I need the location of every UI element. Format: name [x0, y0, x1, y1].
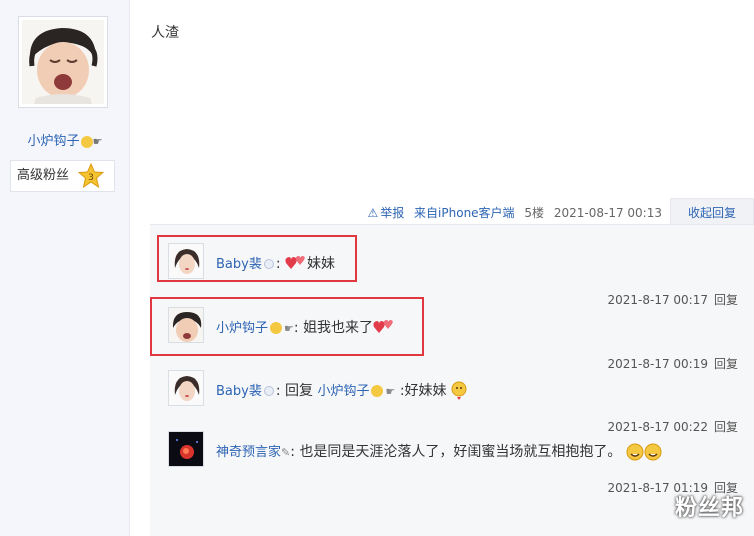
reply-item: Baby裴: 回复 小炉钩子 ☛ :好妹妹 2021-8-17 00:22 回复: [168, 368, 744, 434]
floor-number: 5楼: [524, 206, 545, 220]
watermark: 粉丝邦: [674, 496, 744, 521]
post-content: 人渣: [151, 25, 179, 41]
post-tail-bar: ⚠ 举报 来自iPhone客户端 5楼 2021-08-17 00:13 收起回复: [150, 198, 754, 228]
reply-avatar[interactable]: [168, 370, 204, 406]
author-name-row: 小炉钩子 ☛: [0, 130, 130, 149]
laughing-tears-emoji-icon: [626, 443, 662, 461]
reply-text: :好妹妹: [399, 383, 447, 399]
wand-icon: ✎: [281, 446, 291, 459]
pointing-hand-icon: ☛: [92, 135, 103, 148]
reply-line: 神奇预言家✎: 也是同是天涯沦落人了，好闺蜜当场就互相抱抱了。: [216, 441, 662, 461]
author-avatar[interactable]: [18, 16, 108, 108]
reply-username[interactable]: Baby裴: [216, 384, 262, 399]
reply-target-username[interactable]: 小炉钩子: [317, 384, 369, 399]
reply-line: Baby裴: 回复 小炉钩子 ☛ :好妹妹: [216, 380, 467, 401]
post-meta: ⚠ 举报 来自iPhone客户端 5楼 2021-08-17 00:13: [361, 204, 662, 221]
svg-text:3: 3: [88, 173, 94, 183]
crying-baby-avatar-image: [22, 20, 104, 104]
reply-text: 也是同是天涯沦落人了，好闺蜜当场就互相抱抱了。: [299, 444, 622, 460]
author-column: 小炉钩子 ☛ 高级粉丝 3: [0, 0, 130, 536]
reply-avatar[interactable]: [168, 431, 204, 467]
user-badge-icon: [263, 386, 274, 396]
smile-emoji-icon: [371, 385, 384, 397]
warning-triangle-icon: ⚠: [367, 206, 379, 220]
star-level-icon: 3: [78, 163, 104, 189]
fan-level-badge[interactable]: 高级粉丝 3: [10, 160, 115, 192]
fan-level-label: 高级粉丝: [17, 168, 70, 183]
highlight-box: [150, 297, 424, 356]
reply-username[interactable]: 神奇预言家: [216, 445, 281, 460]
highlight-box: [157, 235, 357, 282]
smile-emoji-icon: [80, 135, 93, 148]
emoji-icon: [451, 381, 467, 400]
post-source[interactable]: 来自iPhone客户端: [414, 206, 515, 220]
pointing-hand-icon: ☛: [385, 385, 396, 398]
post-time: 2021-08-17 00:13: [553, 206, 662, 220]
report-link[interactable]: 举报: [380, 206, 404, 220]
reply-item: 神奇预言家✎: 也是同是天涯沦落人了，好闺蜜当场就互相抱抱了。 2021-8-1…: [168, 429, 744, 495]
author-name-link[interactable]: 小炉钩子: [28, 134, 80, 149]
